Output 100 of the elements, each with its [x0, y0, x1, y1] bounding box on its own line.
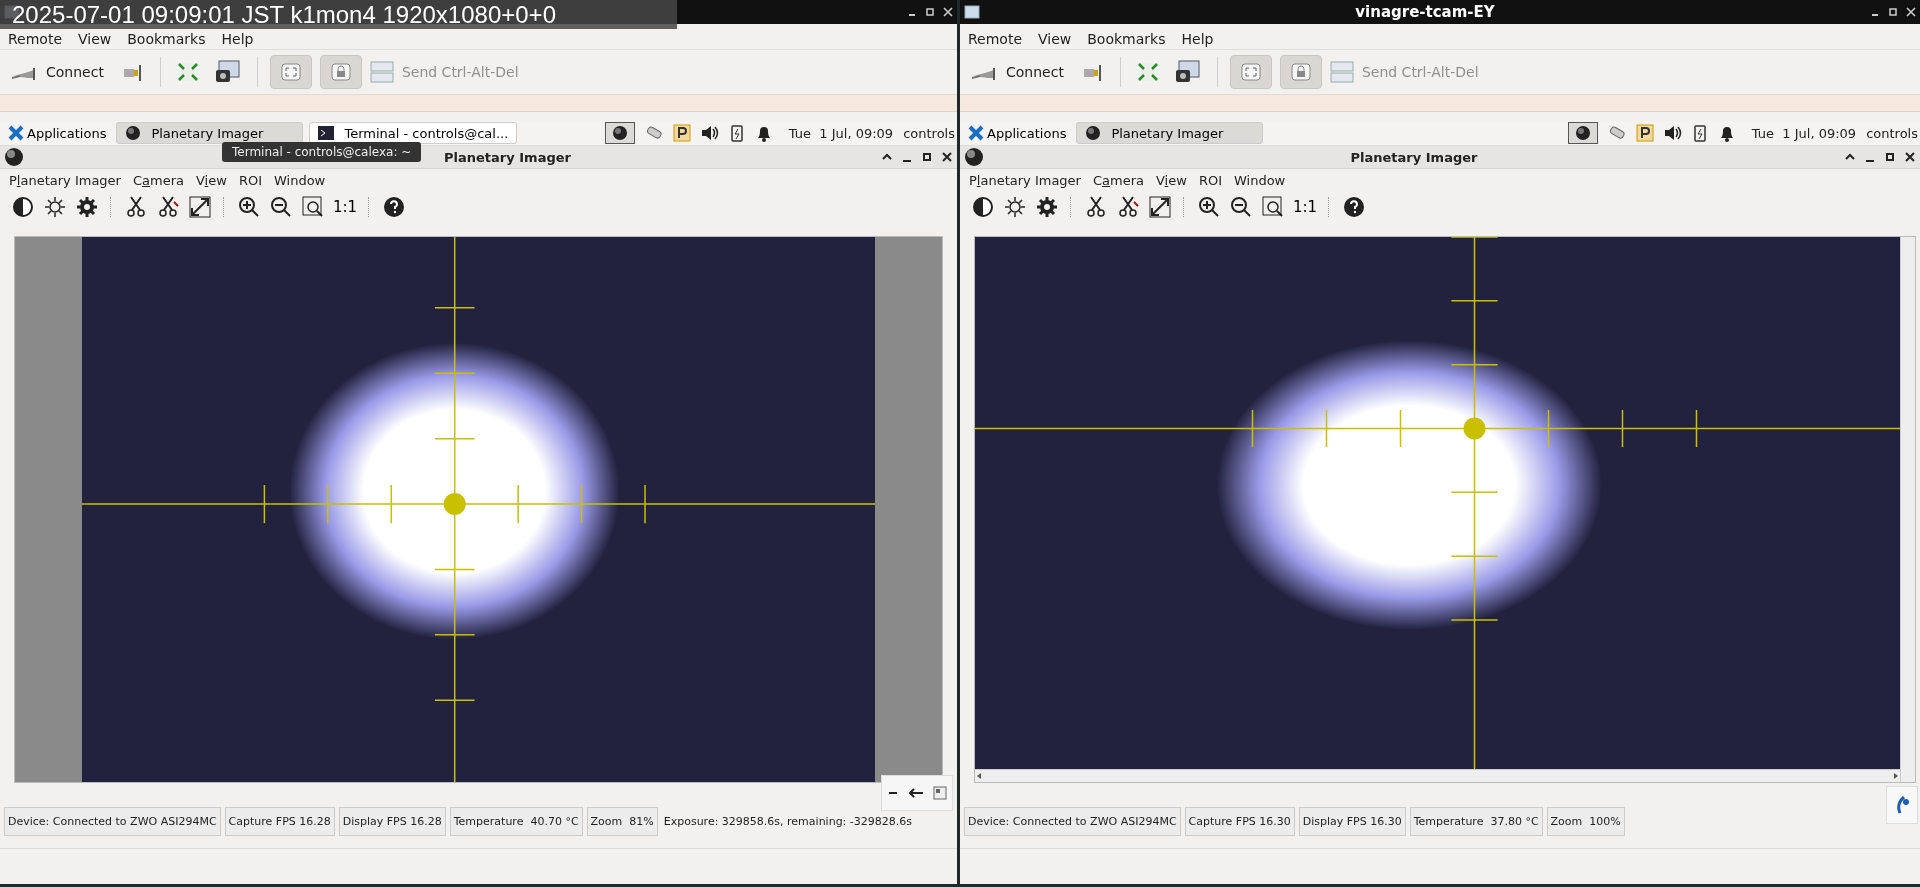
clock[interactable]: Tue 1 Jul, 09:09 — [1751, 125, 1857, 141]
battery-icon[interactable] — [1691, 123, 1708, 143]
menu-item[interactable]: ROI — [232, 172, 268, 188]
menu-item[interactable]: Bookmarks — [120, 30, 213, 47]
exposure-status: Exposure: 329858.6s, remaining: -329828.6s — [663, 814, 912, 828]
maximize-icon[interactable] — [1888, 7, 1898, 17]
menu-item[interactable]: Remote — [961, 30, 1030, 47]
settings-icon — [1036, 196, 1058, 218]
help-button[interactable] — [1341, 194, 1367, 220]
status-field: Display FPS 16.30 — [1298, 806, 1406, 836]
help-icon — [1343, 196, 1365, 218]
brightness-button[interactable] — [1002, 194, 1028, 220]
menu-item[interactable]: Camera — [1086, 172, 1150, 188]
window-layout-icon[interactable] — [933, 786, 948, 800]
menu-item[interactable]: Remote — [1, 30, 70, 47]
expand-button[interactable] — [187, 194, 213, 220]
close-icon[interactable] — [1904, 151, 1916, 163]
expand-button[interactable] — [1147, 194, 1173, 220]
contrast-button[interactable] — [970, 194, 996, 220]
scissors-cancel-icon — [1117, 196, 1139, 218]
lock-icon — [1288, 61, 1313, 83]
lock-toggle[interactable] — [319, 55, 362, 89]
taskbar-button[interactable]: Terminal - controls@cal... — [309, 122, 518, 144]
sphere-icon — [125, 125, 142, 141]
maximize-icon[interactable] — [925, 7, 935, 17]
battery-icon[interactable] — [728, 123, 745, 143]
contrast-icon — [972, 196, 994, 218]
tooltip: Terminal - controls@calexa: ~ — [222, 142, 422, 162]
maximize-icon[interactable] — [921, 151, 933, 163]
zoom-fit-icon — [1262, 196, 1284, 218]
menu-item[interactable]: View — [1150, 172, 1193, 188]
sphere-icon — [611, 125, 628, 141]
sphere-icon — [4, 147, 24, 167]
scale-icon — [278, 61, 303, 83]
settings-icon — [76, 196, 98, 218]
brightness-button[interactable] — [42, 194, 68, 220]
help-icon — [383, 196, 405, 218]
menu-item[interactable]: View — [1031, 30, 1079, 47]
menu-item[interactable]: View — [71, 30, 119, 47]
camera-icon — [1174, 60, 1201, 84]
settings-button[interactable] — [74, 194, 100, 220]
menu-item[interactable]: View — [190, 172, 233, 188]
menu-item[interactable]: Planetary Imager — [963, 172, 1087, 188]
settings-button[interactable] — [1034, 194, 1060, 220]
menu-item[interactable]: Planetary Imager — [3, 172, 127, 188]
sphere-icon — [1574, 125, 1591, 141]
xfce-logo-icon — [968, 124, 984, 142]
right-arrow-icon[interactable] — [1892, 772, 1900, 780]
connect-button[interactable]: Connect — [8, 58, 108, 86]
zoom-fit-icon — [302, 196, 324, 218]
volume-icon[interactable] — [1663, 124, 1682, 142]
xfce-logo-icon — [8, 124, 24, 142]
scissors-icon — [1085, 196, 1107, 218]
menu-item[interactable]: Window — [1228, 172, 1292, 188]
maximize-icon[interactable] — [1884, 151, 1896, 163]
horizontal-scrollbar[interactable] — [975, 769, 1900, 782]
menu-item[interactable]: Bookmarks — [1080, 30, 1173, 47]
keyboard-icon — [1329, 60, 1354, 84]
brightness-icon — [1004, 196, 1026, 218]
p-badge-icon[interactable] — [672, 124, 691, 142]
tray-app-button[interactable] — [1567, 122, 1598, 144]
app-title: Planetary Imager — [1350, 149, 1478, 165]
menu-item[interactable]: Window — [268, 172, 332, 188]
clock[interactable]: Tue 1 Jul, 09:09 — [788, 125, 894, 141]
help-button[interactable] — [381, 194, 407, 220]
applications-menu[interactable]: Applications — [2, 123, 111, 143]
zoom-out-icon — [270, 196, 292, 218]
left-arrow-icon[interactable] — [908, 787, 924, 799]
status-field: Zoom 100% — [1546, 806, 1625, 836]
actual-size-button[interactable]: 1:1 — [1292, 194, 1318, 220]
vertical-scrollbar[interactable] — [1900, 237, 1915, 782]
menu-item[interactable]: ROI — [1192, 172, 1228, 188]
taskbar-button[interactable]: Planetary Imager — [1076, 122, 1264, 144]
window-title: vinagre-tcam-EY — [1355, 3, 1495, 21]
volume-icon[interactable] — [700, 124, 719, 142]
swirl-logo-icon[interactable] — [1894, 796, 1910, 814]
sphere-icon — [964, 147, 984, 167]
app-title: Planetary Imager — [444, 149, 571, 165]
p-badge-icon[interactable] — [1635, 124, 1654, 142]
scale-toggle[interactable] — [1229, 55, 1272, 89]
close-icon[interactable] — [941, 151, 953, 163]
lock-toggle[interactable] — [1279, 55, 1322, 89]
menu-item[interactable]: Camera — [126, 172, 190, 188]
contrast-button[interactable] — [10, 194, 36, 220]
tray-app-button[interactable] — [604, 122, 635, 144]
camera-icon — [214, 60, 241, 84]
keyboard-icon — [369, 60, 394, 84]
status-field: Temperature 37.80 °C — [1409, 806, 1543, 836]
actual-size-button[interactable]: 1:1 — [332, 194, 358, 220]
taskbar-button[interactable]: Planetary Imager — [116, 122, 304, 144]
left-arrow-icon[interactable] — [975, 772, 983, 780]
user-name[interactable]: controls — [1866, 125, 1918, 141]
applications-menu[interactable]: Applications — [962, 123, 1071, 143]
user-name[interactable]: controls — [903, 125, 955, 141]
terminal-icon — [318, 125, 335, 141]
scale-toggle[interactable] — [269, 55, 312, 89]
fullscreen-icon — [1136, 62, 1159, 82]
menu-item[interactable]: Help — [1174, 30, 1221, 47]
connect-button[interactable]: Connect — [968, 58, 1068, 86]
menu-item[interactable]: Help — [214, 30, 261, 47]
